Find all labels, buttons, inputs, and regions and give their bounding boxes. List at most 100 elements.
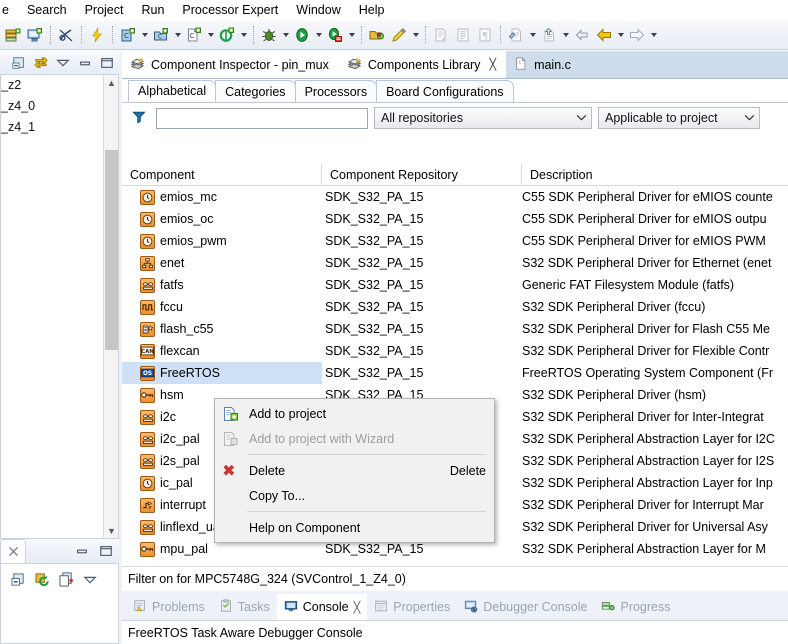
table-row[interactable]: fatfs SDK_S32_PA_15 Generic FAT Filesystem… <box>122 274 788 296</box>
book-icon[interactable] <box>452 24 474 46</box>
left-vertical-scrollbar[interactable]: ▲ ▼ <box>103 75 118 538</box>
tab-alphabetical[interactable]: Alphabetical <box>128 80 217 102</box>
tab-properties[interactable]: Properties <box>367 594 457 620</box>
applicable-select[interactable]: Applicable to project <box>598 107 760 129</box>
minimize-icon[interactable] <box>77 55 93 71</box>
menu-processor-expert[interactable]: Processor Expert <box>173 1 287 19</box>
refresh-icon[interactable] <box>35 572 50 590</box>
back-icon[interactable] <box>593 24 615 46</box>
chevron-down-icon[interactable] <box>615 24 626 46</box>
run-icon[interactable] <box>291 24 313 46</box>
scroll-down-arrow-icon[interactable]: ▼ <box>104 523 118 538</box>
new-c-file-icon[interactable]: C <box>183 24 205 46</box>
last-edit-icon[interactable] <box>538 24 560 46</box>
add-document-icon[interactable] <box>59 572 74 590</box>
tab-components-library[interactable]: Components Library ╳ <box>338 51 507 78</box>
annotation-icon[interactable] <box>505 24 527 46</box>
table-row[interactable]: CAN flexcan SDK_S32_PA_15 S32 SDK Periphera… <box>122 340 788 362</box>
close-icon[interactable]: ╳ <box>354 601 361 614</box>
collapse-all-icon[interactable] <box>11 572 26 590</box>
view-menu-icon[interactable] <box>83 574 97 588</box>
tab-problems[interactable]: Problems <box>126 594 212 620</box>
tree-item[interactable]: _z4_0 <box>1 96 118 117</box>
chevron-down-icon[interactable] <box>280 24 291 46</box>
table-row[interactable]: oc_palSDK_S32_PA_15S32 SDK Peripheral Ab… <box>122 560 788 564</box>
debug-bug-icon[interactable] <box>258 24 280 46</box>
menu-item-add-to-project[interactable]: Add to project <box>215 401 494 426</box>
empty-icon <box>221 519 239 537</box>
menu-item-help-on-component[interactable]: Help on Component <box>215 515 494 540</box>
table-row[interactable]: emios_pwm SDK_S32_PA_15 C55 SDK Peripheral… <box>122 230 788 252</box>
tab-console[interactable]: Console ╳ <box>276 594 368 620</box>
scroll-up-arrow-icon[interactable]: ▲ <box>104 75 118 91</box>
link-with-editor-icon[interactable] <box>33 55 49 71</box>
tab-component-inspector[interactable]: Component Inspector - pin_mux <box>122 51 339 78</box>
table-row[interactable]: emios_mc SDK_S32_PA_15 C55 SDK Peripheral … <box>122 186 788 208</box>
table-row[interactable]: emios_oc SDK_S32_PA_15 C55 SDK Peripheral … <box>122 208 788 230</box>
new-class-icon[interactable] <box>216 24 238 46</box>
new-project-icon[interactable] <box>24 24 46 46</box>
paragraph-icon[interactable]: ¶ <box>474 24 496 46</box>
open-folder-icon[interactable] <box>366 24 388 46</box>
tab-mainc[interactable]: .c main.c <box>506 51 581 78</box>
maximize-icon[interactable] <box>99 55 115 71</box>
pencil-icon[interactable] <box>388 24 410 46</box>
scrollbar-thumb[interactable] <box>105 150 118 350</box>
new-c-folder-icon[interactable]: C <box>150 24 172 46</box>
menu-item-add-to-project-wizard[interactable]: Add to project with Wizard <box>215 426 494 451</box>
outline-close-icon[interactable] <box>0 539 26 563</box>
menu-search[interactable]: Search <box>18 1 76 19</box>
maximize-icon[interactable] <box>98 543 114 559</box>
chevron-down-icon[interactable] <box>527 24 538 46</box>
menu-help[interactable]: Help <box>350 1 394 19</box>
new-file-icon[interactable] <box>2 24 24 46</box>
menu-item-delete[interactable]: Delete Delete <box>215 458 494 483</box>
chevron-down-icon[interactable] <box>648 24 659 46</box>
filter-funnel-icon[interactable] <box>130 110 150 127</box>
menu-run[interactable]: Run <box>132 1 173 19</box>
repository-select[interactable]: All repositories <box>374 107 592 129</box>
chevron-down-icon[interactable] <box>205 24 216 46</box>
open-declaration-icon[interactable] <box>430 24 452 46</box>
menu-source-clipped[interactable]: e <box>0 1 18 19</box>
chevron-down-icon[interactable] <box>238 24 249 46</box>
menu-item-copy-to[interactable]: Copy To... <box>215 483 494 508</box>
tree-item[interactable]: _z4_1 <box>1 117 118 138</box>
column-header-component[interactable]: Component <box>122 164 322 186</box>
forward-icon[interactable] <box>626 24 648 46</box>
table-row[interactable]: enet SDK_S32_PA_15 S32 SDK Peripheral Driv… <box>122 252 788 274</box>
collapse-all-icon[interactable] <box>11 55 27 71</box>
tab-tasks[interactable]: Tasks <box>212 594 277 620</box>
close-icon[interactable]: ╳ <box>489 58 496 71</box>
left-bottom-icon-row <box>1 564 118 590</box>
minimize-icon[interactable] <box>74 543 90 559</box>
tree-item[interactable]: _z2 <box>1 75 118 96</box>
build-lightning-icon[interactable] <box>86 24 108 46</box>
table-row[interactable]: OS FreeRTOS SDK_S32_PA_15 FreeRTOS Operatin… <box>122 362 788 384</box>
table-row[interactable]: fccu SDK_S32_PA_15 S32 SDK Peripheral Driv… <box>122 296 788 318</box>
component-name: ic_pal <box>160 476 193 490</box>
chevron-down-icon[interactable] <box>313 24 324 46</box>
column-header-repository[interactable]: Component Repository <box>322 164 522 186</box>
tab-board-configurations[interactable]: Board Configurations <box>376 80 514 102</box>
table-row[interactable]: flash_c55 SDK_S32_PA_15 S32 SDK Peripheral… <box>122 318 788 340</box>
column-header-description[interactable]: Description <box>522 164 788 186</box>
view-menu-icon[interactable] <box>55 55 71 71</box>
tab-progress[interactable]: Progress <box>594 594 677 620</box>
tab-categories[interactable]: Categories <box>215 80 296 102</box>
link-break-icon[interactable] <box>55 24 77 46</box>
menu-window[interactable]: Window <box>287 1 349 19</box>
tab-processors[interactable]: Processors <box>294 80 378 102</box>
chevron-down-icon[interactable] <box>560 24 571 46</box>
toolbar-separator <box>81 26 82 44</box>
chevron-down-icon[interactable] <box>172 24 183 46</box>
new-c-project-icon[interactable]: C <box>117 24 139 46</box>
back-small-icon[interactable] <box>571 24 593 46</box>
profile-icon[interactable] <box>324 24 346 46</box>
search-input[interactable] <box>156 107 368 129</box>
menu-project[interactable]: Project <box>76 1 133 19</box>
tab-debugger-console[interactable]: Debugger Console <box>457 594 594 620</box>
chevron-down-icon[interactable] <box>139 24 150 46</box>
chevron-down-icon[interactable] <box>346 24 357 46</box>
chevron-down-icon[interactable] <box>410 24 421 46</box>
